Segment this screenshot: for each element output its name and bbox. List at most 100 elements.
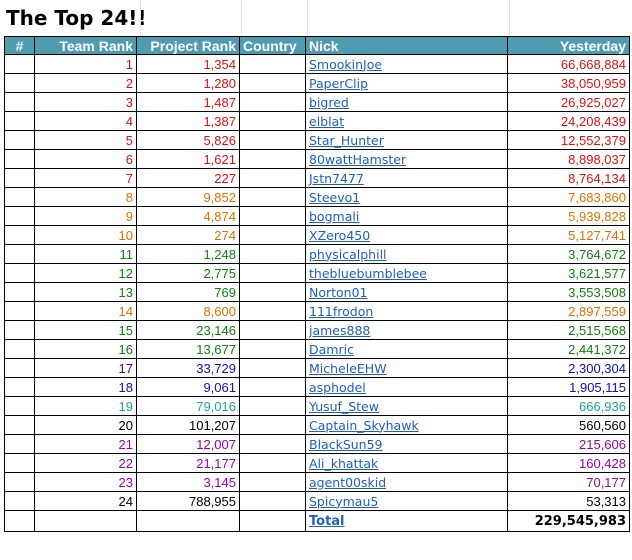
column-header-hash[interactable]: # xyxy=(4,36,35,55)
nick-link[interactable]: thebluebumblebee xyxy=(309,266,427,281)
hash-cell[interactable] xyxy=(4,320,35,340)
yesterday-cell[interactable]: 26,925,027 xyxy=(507,92,630,112)
nick-cell[interactable]: PaperClip xyxy=(305,73,508,93)
project-rank-cell[interactable]: 227 xyxy=(136,168,240,188)
nick-cell[interactable]: 80wattHamster xyxy=(305,149,508,169)
project-rank-cell[interactable]: 79,016 xyxy=(136,396,240,416)
nick-cell[interactable]: XZero450 xyxy=(305,225,508,245)
hash-cell[interactable] xyxy=(4,244,35,264)
yesterday-cell[interactable]: 3,764,672 xyxy=(507,244,630,264)
project-rank-cell[interactable]: 2,775 xyxy=(136,263,240,283)
nick-cell[interactable]: agent00skid xyxy=(305,472,508,492)
nick-link[interactable]: Norton01 xyxy=(309,285,368,300)
nick-cell[interactable]: Ali_khattak xyxy=(305,453,508,473)
nick-cell[interactable]: physicalphill xyxy=(305,244,508,264)
project-rank-cell[interactable]: 5,826 xyxy=(136,130,240,150)
team-rank-cell[interactable]: 21 xyxy=(34,434,137,454)
project-rank-cell[interactable]: 12,007 xyxy=(136,434,240,454)
nick-link[interactable]: agent00skid xyxy=(309,475,386,490)
nick-cell[interactable]: Damric xyxy=(305,339,508,359)
nick-link[interactable]: Spicymau5 xyxy=(309,494,378,509)
nick-cell[interactable]: asphodel xyxy=(305,377,508,397)
country-cell[interactable] xyxy=(239,111,306,131)
hash-cell[interactable] xyxy=(4,358,35,378)
project-rank-cell[interactable]: 21,177 xyxy=(136,453,240,473)
project-rank-cell[interactable]: 1,354 xyxy=(136,54,240,74)
team-rank-cell[interactable]: 15 xyxy=(34,320,137,340)
project-rank-cell[interactable]: 9,852 xyxy=(136,187,240,207)
nick-cell[interactable]: bigred xyxy=(305,92,508,112)
yesterday-cell[interactable]: 38,050,959 xyxy=(507,73,630,93)
hash-cell[interactable] xyxy=(4,396,35,416)
nick-cell[interactable]: 111frodon xyxy=(305,301,508,321)
project-rank-cell[interactable]: 274 xyxy=(136,225,240,245)
nick-link[interactable]: asphodel xyxy=(309,380,366,395)
total-value[interactable]: 229,545,983 xyxy=(507,510,630,532)
nick-cell[interactable]: thebluebumblebee xyxy=(305,263,508,283)
yesterday-cell[interactable]: 666,936 xyxy=(507,396,630,416)
yesterday-cell[interactable]: 53,313 xyxy=(507,491,630,511)
yesterday-cell[interactable]: 5,127,741 xyxy=(507,225,630,245)
yesterday-cell[interactable]: 5,939,828 xyxy=(507,206,630,226)
project-rank-cell[interactable]: 9,061 xyxy=(136,377,240,397)
yesterday-cell[interactable]: 215,606 xyxy=(507,434,630,454)
country-cell[interactable] xyxy=(239,54,306,74)
team-rank-cell[interactable]: 1 xyxy=(34,54,137,74)
nick-cell[interactable]: james888 xyxy=(305,320,508,340)
nick-link[interactable]: 80wattHamster xyxy=(309,152,406,167)
project-rank-cell[interactable]: 8,600 xyxy=(136,301,240,321)
yesterday-cell[interactable]: 70,177 xyxy=(507,472,630,492)
project-rank-cell[interactable]: 4,874 xyxy=(136,206,240,226)
country-cell[interactable] xyxy=(239,92,306,112)
country-cell[interactable] xyxy=(239,377,306,397)
yesterday-cell[interactable]: 12,552,379 xyxy=(507,130,630,150)
hash-cell[interactable] xyxy=(4,225,35,245)
nick-cell[interactable]: Steevo1 xyxy=(305,187,508,207)
nick-link[interactable]: bogmali xyxy=(309,209,359,224)
nick-link[interactable]: Jstn7477 xyxy=(309,171,364,186)
country-cell[interactable] xyxy=(239,282,306,302)
country-cell[interactable] xyxy=(239,320,306,340)
hash-cell[interactable] xyxy=(4,301,35,321)
project-rank-cell[interactable]: 1,487 xyxy=(136,92,240,112)
country-cell[interactable] xyxy=(239,168,306,188)
nick-cell[interactable]: Spicymau5 xyxy=(305,491,508,511)
project-rank-cell[interactable]: 788,955 xyxy=(136,491,240,511)
nick-link[interactable]: 111frodon xyxy=(309,304,373,319)
hash-cell[interactable] xyxy=(4,149,35,169)
project-rank-cell[interactable]: 3,145 xyxy=(136,472,240,492)
column-header-country[interactable]: Country xyxy=(239,36,306,55)
yesterday-cell[interactable]: 2,515,568 xyxy=(507,320,630,340)
yesterday-cell[interactable]: 7,683,860 xyxy=(507,187,630,207)
nick-cell[interactable]: BlackSun59 xyxy=(305,434,508,454)
hash-cell[interactable] xyxy=(4,168,35,188)
team-rank-cell[interactable]: 3 xyxy=(34,92,137,112)
project-rank-cell[interactable]: 1,248 xyxy=(136,244,240,264)
project-rank-cell[interactable]: 13,677 xyxy=(136,339,240,359)
hash-cell[interactable] xyxy=(4,339,35,359)
hash-cell[interactable] xyxy=(4,187,35,207)
yesterday-cell[interactable]: 3,553,508 xyxy=(507,282,630,302)
total-country-cell[interactable] xyxy=(239,510,306,532)
nick-link[interactable]: bigred xyxy=(309,95,349,110)
hash-cell[interactable] xyxy=(4,111,35,131)
country-cell[interactable] xyxy=(239,358,306,378)
yesterday-cell[interactable]: 560,560 xyxy=(507,415,630,435)
yesterday-cell[interactable]: 66,668,884 xyxy=(507,54,630,74)
country-cell[interactable] xyxy=(239,130,306,150)
total-hash-cell[interactable] xyxy=(4,510,35,532)
country-cell[interactable] xyxy=(239,472,306,492)
team-rank-cell[interactable]: 19 xyxy=(34,396,137,416)
yesterday-cell[interactable]: 3,621,577 xyxy=(507,263,630,283)
team-rank-cell[interactable]: 9 xyxy=(34,206,137,226)
country-cell[interactable] xyxy=(239,339,306,359)
country-cell[interactable] xyxy=(239,491,306,511)
yesterday-cell[interactable]: 24,208,439 xyxy=(507,111,630,131)
nick-cell[interactable]: MicheleEHW xyxy=(305,358,508,378)
nick-link[interactable]: PaperClip xyxy=(309,76,368,91)
team-rank-cell[interactable]: 7 xyxy=(34,168,137,188)
nick-cell[interactable]: Captain_Skyhawk xyxy=(305,415,508,435)
team-rank-cell[interactable]: 24 xyxy=(34,491,137,511)
team-rank-cell[interactable]: 11 xyxy=(34,244,137,264)
nick-link[interactable]: MicheleEHW xyxy=(309,361,387,376)
